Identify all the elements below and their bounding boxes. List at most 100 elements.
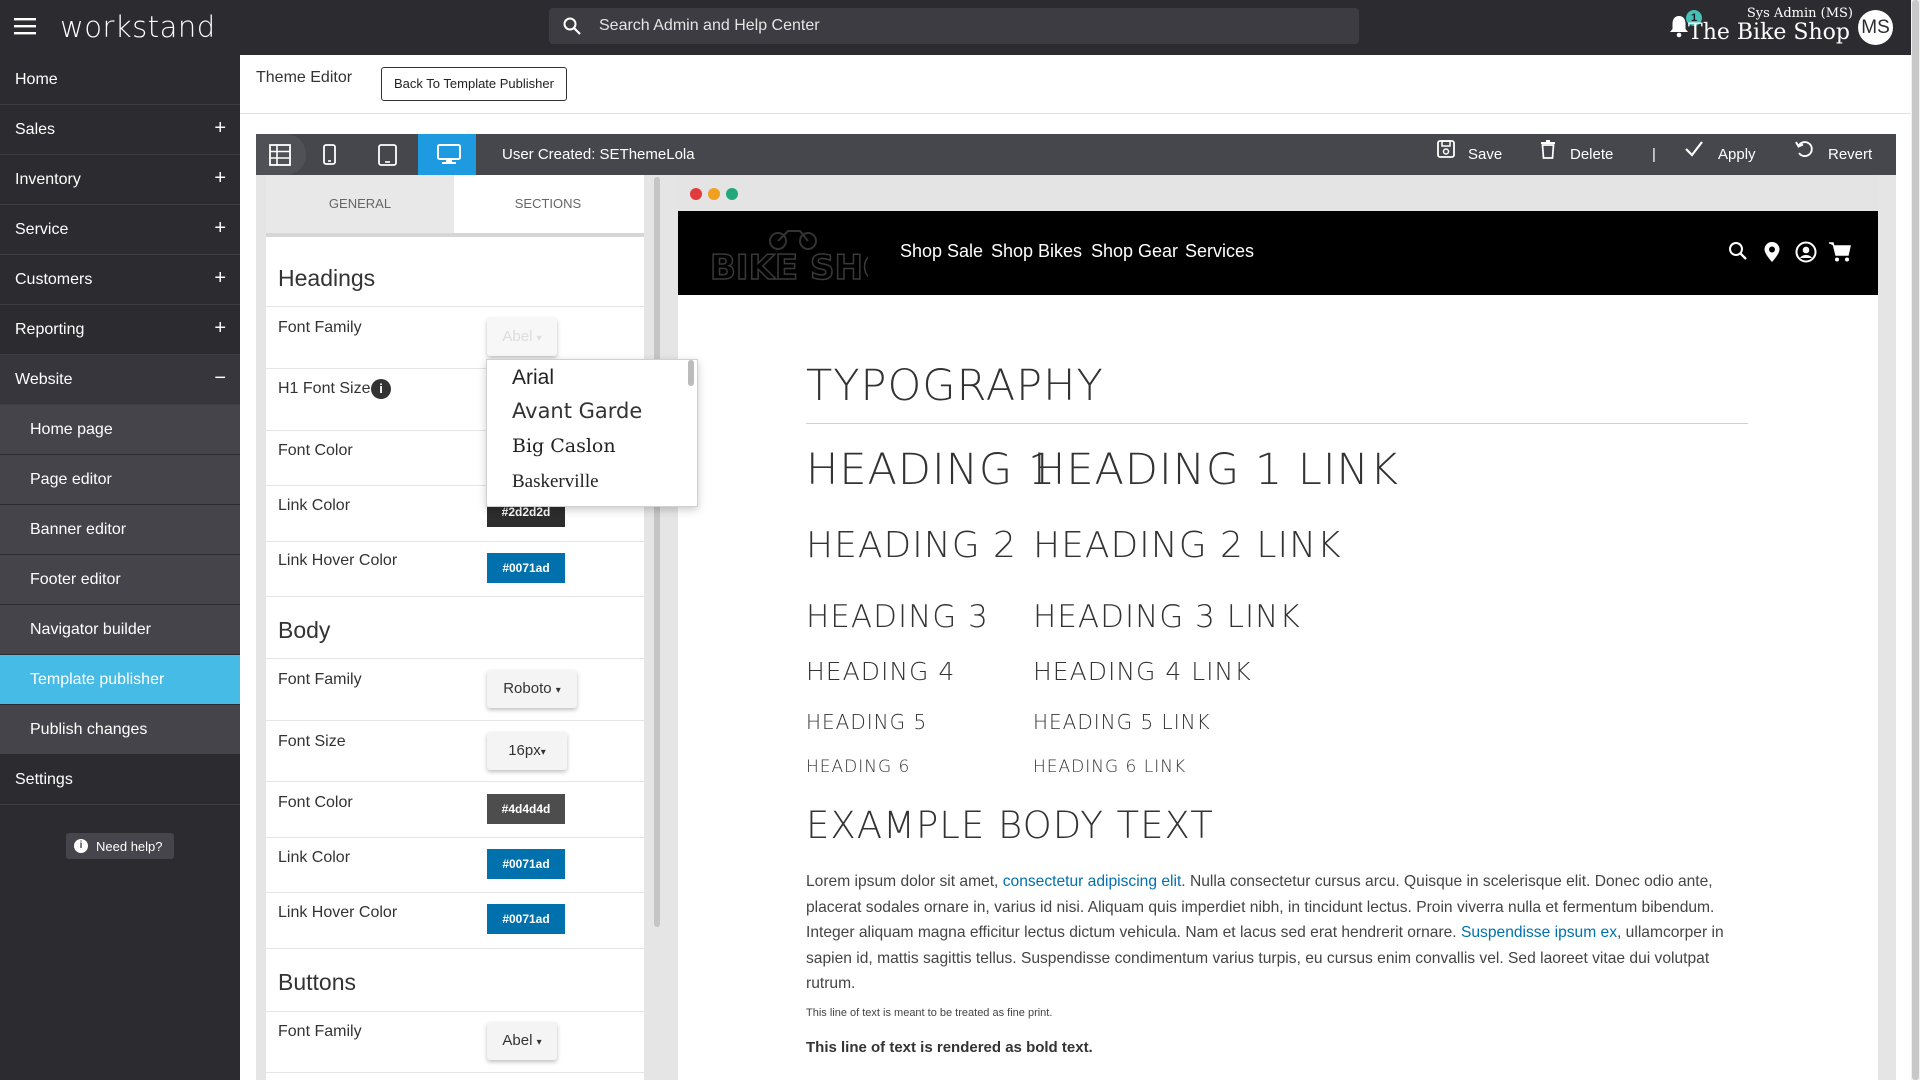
nav-shop-gear[interactable]: Shop Gear: [1091, 241, 1178, 262]
mobile-view-button[interactable]: [300, 134, 358, 175]
heading-4-link[interactable]: HEADING 4 LINK: [1033, 657, 1252, 686]
sidebar-subitem-home-page[interactable]: Home page: [0, 405, 240, 455]
divider: [266, 541, 644, 542]
divider: [266, 948, 644, 949]
heading-5: HEADING 5: [806, 710, 928, 734]
apply-button[interactable]: Apply: [1684, 134, 1764, 175]
sidebar-subitem-page-editor[interactable]: Page editor: [0, 455, 240, 505]
apply-label: Apply: [1718, 146, 1756, 163]
font-option-big-caslon[interactable]: Big Caslon: [512, 435, 616, 457]
heading-5-link[interactable]: HEADING 5 LINK: [1033, 710, 1211, 734]
dropdown-value: Abel: [502, 328, 533, 345]
cart-icon[interactable]: [1828, 241, 1852, 263]
sidebar-subitem-navigator-builder[interactable]: Navigator builder: [0, 605, 240, 655]
plus-icon: +: [214, 117, 226, 139]
font-option-arial[interactable]: Arial: [512, 366, 554, 390]
nav-shop-sale[interactable]: Shop Sale: [900, 241, 983, 262]
body-link-color-label: Link Color: [278, 849, 351, 866]
brand-logo[interactable]: workstand: [60, 10, 216, 44]
sidebar-item-home[interactable]: Home: [0, 55, 240, 105]
sidebar-item-service[interactable]: Service +: [0, 205, 240, 255]
heading-1-link[interactable]: HEADING 1 LINK: [1033, 445, 1399, 495]
check-icon: [1685, 141, 1703, 157]
sidebar-subitem-template-publisher[interactable]: Template publisher: [0, 655, 240, 705]
headings-link-hover-swatch[interactable]: #0071ad: [487, 553, 565, 583]
settings-scrollbar[interactable]: [654, 177, 660, 927]
account-icon[interactable]: [1795, 241, 1817, 263]
menu-scrollbar[interactable]: [688, 360, 694, 386]
delete-button[interactable]: Delete: [1538, 134, 1628, 175]
editor-toolbar: User Created: SEThemeLola Save Delete | …: [256, 134, 1896, 175]
buttons-section-title: Buttons: [278, 969, 356, 995]
tablet-view-button[interactable]: [358, 134, 416, 175]
divider: [266, 1072, 644, 1073]
font-family-options-menu: Arial Avant Garde Big Caslon Baskerville: [486, 359, 698, 507]
desktop-view-button[interactable]: [418, 134, 476, 175]
headings-font-family-label: Font Family: [278, 319, 362, 336]
layout-grid-button[interactable]: [256, 134, 306, 175]
theme-preview: BIKE SHOP Shop Sale Shop Bikes Shop Gear…: [678, 175, 1878, 1080]
body-font-size-label: Font Size: [278, 733, 346, 750]
body-link-color-swatch[interactable]: #0071ad: [487, 849, 565, 879]
info-icon[interactable]: i: [371, 379, 391, 399]
body-font-size-dropdown[interactable]: 16px▾: [487, 732, 567, 770]
divider: [806, 423, 1748, 424]
need-help-button[interactable]: i Need help?: [66, 833, 174, 859]
sidebar-item-label: Reporting: [15, 321, 85, 338]
body-link-hover-label: Link Hover Color: [278, 904, 398, 921]
save-button[interactable]: Save: [1436, 134, 1516, 175]
search-icon[interactable]: [1728, 241, 1748, 261]
sidebar-item-sales[interactable]: Sales +: [0, 105, 240, 155]
body-link[interactable]: Suspendisse ipsum ex: [1461, 924, 1617, 941]
search-input[interactable]: Search Admin and Help Center: [549, 8, 1359, 44]
nav-shop-bikes[interactable]: Shop Bikes: [991, 241, 1082, 262]
sidebar-item-label: Sales: [15, 121, 56, 138]
user-role: Sys Admin (MS): [1746, 6, 1853, 21]
heading-1: HEADING 1: [806, 445, 1057, 495]
nav-services[interactable]: Services: [1185, 241, 1254, 262]
body-font-color-swatch[interactable]: #4d4d4d: [487, 794, 565, 824]
sidebar-item-settings[interactable]: Settings: [0, 755, 240, 805]
phone-icon: [323, 144, 336, 165]
preview-window-chrome: [678, 175, 1878, 211]
tab-sections[interactable]: SECTIONS: [454, 175, 642, 233]
heading-6-link[interactable]: HEADING 6 LINK: [1033, 757, 1186, 777]
store-name[interactable]: The Bike Shop: [1688, 20, 1850, 45]
revert-button[interactable]: Revert: [1794, 134, 1884, 175]
tab-general[interactable]: GENERAL: [266, 175, 454, 233]
heading-3-link[interactable]: HEADING 3 LINK: [1033, 599, 1301, 635]
sidebar-subitem-footer-editor[interactable]: Footer editor: [0, 555, 240, 605]
tablet-icon: [378, 144, 397, 166]
body-font-family-dropdown[interactable]: Roboto ▾: [487, 670, 577, 708]
revert-label: Revert: [1828, 146, 1873, 163]
body-link[interactable]: consectetur adipiscing elit: [1003, 873, 1182, 890]
font-option-avant-garde[interactable]: Avant Garde: [512, 399, 642, 423]
font-option-baskerville[interactable]: Baskerville: [512, 471, 599, 493]
scrollbar-thumb[interactable]: [1912, 0, 1919, 1080]
divider: [266, 781, 644, 782]
hamburger-menu-icon[interactable]: [14, 17, 36, 35]
sidebar-subitem-publish-changes[interactable]: Publish changes: [0, 705, 240, 755]
sidebar-item-label: Template publisher: [30, 671, 165, 688]
bike-logo-icon: BIKE SHOP: [709, 230, 868, 285]
sidebar-item-inventory[interactable]: Inventory +: [0, 155, 240, 205]
revert-icon: [1795, 141, 1813, 158]
desktop-icon: [437, 144, 461, 164]
avatar[interactable]: MS: [1858, 10, 1893, 45]
sidebar-item-reporting[interactable]: Reporting +: [0, 305, 240, 355]
buttons-font-family-dropdown[interactable]: Abel ▾: [487, 1022, 557, 1060]
sidebar-subitem-banner-editor[interactable]: Banner editor: [0, 505, 240, 555]
divider: [266, 306, 644, 307]
page-scrollbar[interactable]: [1911, 0, 1920, 1080]
heading-2-link[interactable]: HEADING 2 LINK: [1033, 525, 1342, 566]
headings-link-color-label: Link Color: [278, 497, 351, 514]
sidebar-item-website[interactable]: Website −: [0, 355, 240, 405]
location-pin-icon[interactable]: [1763, 241, 1781, 263]
settings-panel: GENERAL SECTIONS Headings Font Family Ab…: [266, 175, 644, 1080]
sidebar-item-customers[interactable]: Customers +: [0, 255, 240, 305]
headings-font-family-dropdown[interactable]: Abel ▾: [487, 318, 557, 356]
site-logo[interactable]: BIKE SHOP: [708, 227, 868, 285]
body-link-hover-swatch[interactable]: #0071ad: [487, 904, 565, 934]
fine-print: This line of text is meant to be treated…: [806, 1007, 1053, 1019]
back-to-template-publisher-button[interactable]: Back To Template Publisher: [381, 67, 567, 101]
